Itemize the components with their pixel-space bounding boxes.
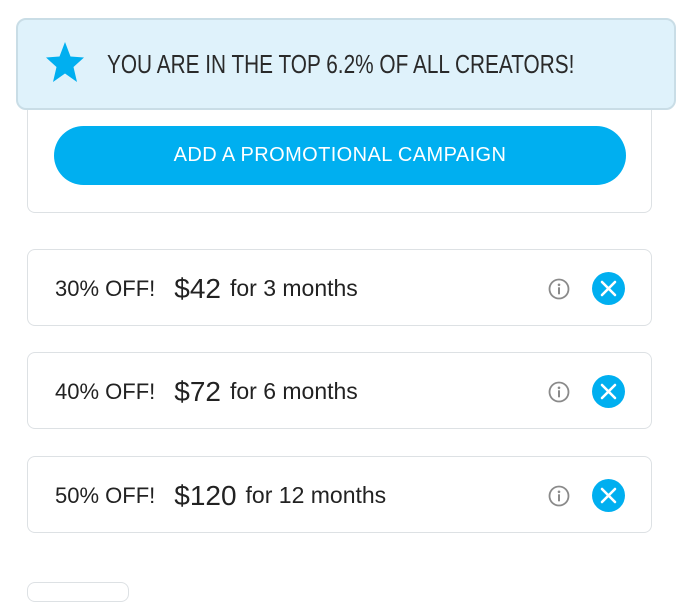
- offer-duration: for 3 months: [229, 275, 358, 301]
- offer-details: 40% OFF! $72 for 6 months: [55, 353, 358, 430]
- close-icon: [600, 383, 617, 400]
- offer-details: 50% OFF! $120 for 12 months: [55, 457, 386, 534]
- offer-duration: for 6 months: [229, 378, 358, 404]
- offer-price: $42: [174, 272, 221, 304]
- info-icon[interactable]: [548, 485, 570, 507]
- star-icon: [46, 42, 84, 82]
- info-icon[interactable]: [548, 381, 570, 403]
- add-promotional-campaign-button[interactable]: ADD A PROMOTIONAL CAMPAIGN: [54, 126, 626, 185]
- offer-details: 30% OFF! $42 for 3 months: [55, 250, 358, 327]
- offer-card: 30% OFF! $42 for 3 months: [27, 249, 652, 326]
- banner-text: YOU ARE IN THE TOP 6.2% OF ALL CREATORS!: [107, 49, 575, 79]
- offer-duration: for 12 months: [245, 482, 387, 508]
- offer-price: $120: [174, 479, 237, 511]
- offer-card: 50% OFF! $120 for 12 months: [27, 456, 652, 533]
- partial-card: [27, 582, 129, 602]
- offer-discount: 30% OFF!: [55, 275, 156, 301]
- close-icon: [600, 487, 617, 504]
- info-icon[interactable]: [548, 278, 570, 300]
- remove-offer-button[interactable]: [592, 375, 625, 408]
- top-creator-banner: YOU ARE IN THE TOP 6.2% OF ALL CREATORS!: [16, 18, 676, 110]
- remove-offer-button[interactable]: [592, 479, 625, 512]
- offer-discount: 40% OFF!: [55, 378, 156, 404]
- offer-discount: 50% OFF!: [55, 482, 156, 508]
- offer-card: 40% OFF! $72 for 6 months: [27, 352, 652, 429]
- offer-price: $72: [174, 375, 221, 407]
- close-icon: [600, 280, 617, 297]
- campaign-card: ADD A PROMOTIONAL CAMPAIGN: [27, 105, 652, 213]
- remove-offer-button[interactable]: [592, 272, 625, 305]
